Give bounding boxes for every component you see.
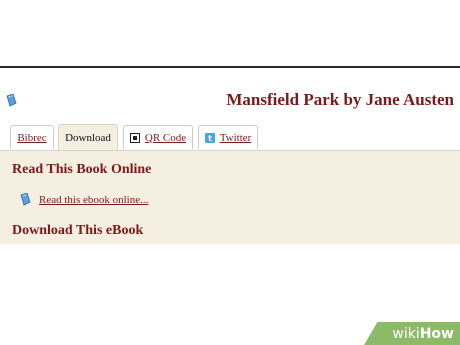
tab-twitter[interactable]: t Twitter bbox=[198, 125, 258, 149]
watermark-wiki: wiki bbox=[392, 325, 420, 342]
tab-qr-code[interactable]: QR Code bbox=[123, 125, 193, 149]
tab-qr-code-label: QR Code bbox=[144, 131, 187, 144]
tab-download-label: Download bbox=[65, 131, 111, 144]
page-title: Mansfield Park by Jane Austen bbox=[226, 90, 454, 109]
download-panel: Read This Book Online Read this ebook on… bbox=[0, 150, 460, 244]
twitter-icon: t bbox=[204, 132, 215, 143]
top-divider bbox=[0, 66, 460, 68]
tab-download[interactable]: Download bbox=[58, 124, 118, 150]
tab-twitter-label: Twitter bbox=[219, 131, 252, 144]
tab-bibrec-label: Bibrec bbox=[17, 131, 47, 144]
ebook-icon bbox=[6, 94, 17, 107]
tab-bibrec[interactable]: Bibrec bbox=[10, 125, 54, 149]
read-online-row: Read this ebook online... bbox=[20, 193, 148, 206]
qr-code-icon bbox=[129, 132, 140, 143]
svg-text:t: t bbox=[208, 134, 212, 143]
watermark-how: How bbox=[419, 325, 454, 342]
wikihow-watermark: wiki How bbox=[364, 322, 460, 345]
download-ebook-heading: Download This eBook bbox=[12, 223, 144, 238]
ebook-icon bbox=[20, 193, 31, 206]
read-online-heading: Read This Book Online bbox=[12, 162, 152, 177]
read-online-link[interactable]: Read this ebook online... bbox=[39, 194, 148, 206]
